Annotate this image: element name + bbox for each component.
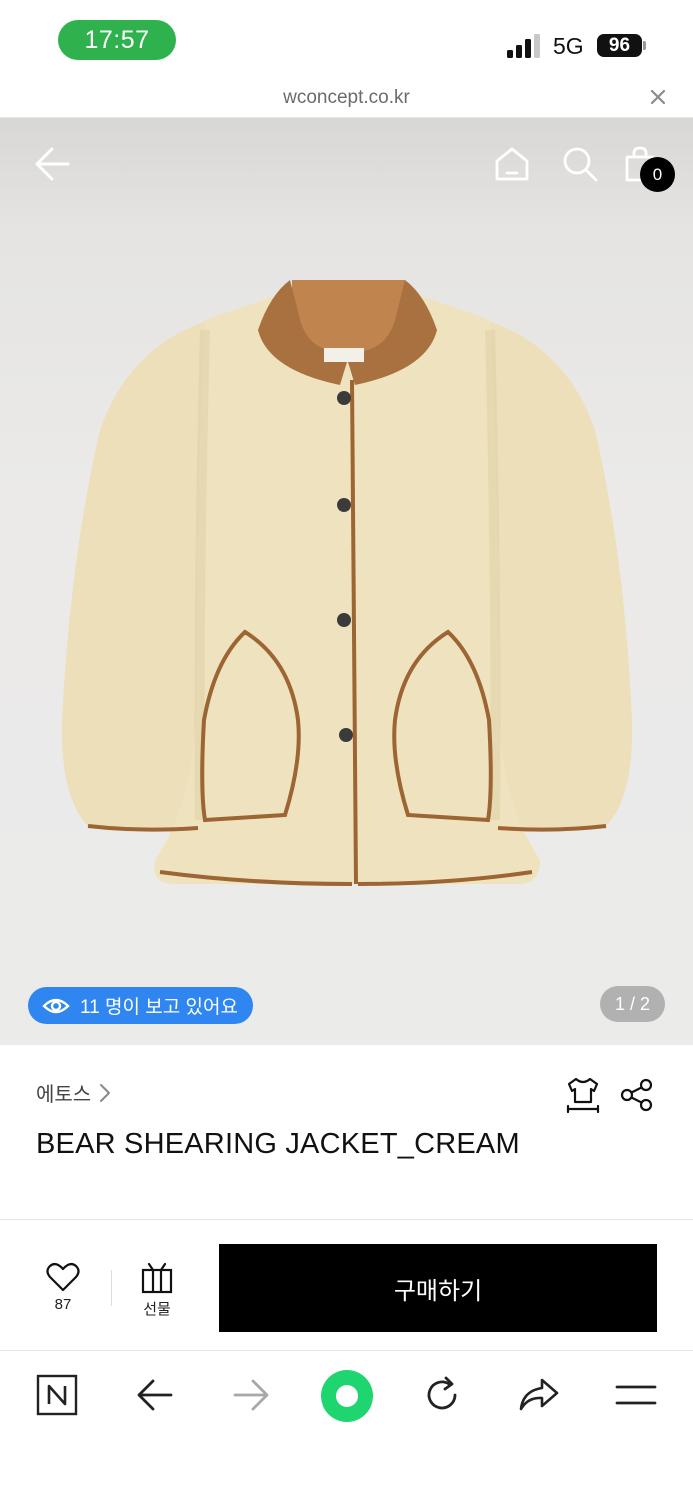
forward-icon[interactable] xyxy=(232,1378,270,1412)
action-divider xyxy=(111,1270,112,1306)
signal-icon xyxy=(507,34,540,58)
product-title: BEAR SHEARING JACKET_CREAM xyxy=(36,1128,520,1160)
size-guide-icon[interactable] xyxy=(565,1076,601,1114)
search-icon[interactable] xyxy=(561,145,599,183)
naver-green-dot-icon[interactable] xyxy=(320,1369,374,1423)
buy-button[interactable]: 구매하기 xyxy=(219,1244,657,1332)
status-bar: 17:57 5G 96 xyxy=(0,0,693,80)
gift-label: 선물 xyxy=(143,1301,171,1318)
forward-share-icon[interactable] xyxy=(518,1377,560,1413)
share-icon[interactable] xyxy=(620,1078,654,1112)
network-type: 5G xyxy=(553,33,584,59)
viewers-badge: 11 명이 보고 있어요 xyxy=(28,987,253,1024)
back-arrow-icon[interactable] xyxy=(34,146,72,182)
cart-count-badge[interactable]: 0 xyxy=(640,157,675,192)
url-bar[interactable]: wconcept.co.kr xyxy=(0,80,693,118)
brand-name[interactable]: 에토스 xyxy=(36,1078,91,1107)
menu-icon[interactable] xyxy=(615,1382,657,1408)
jacket-illustration xyxy=(61,280,633,886)
image-page-indicator: 1 / 2 xyxy=(600,986,665,1022)
close-icon[interactable] xyxy=(648,87,668,107)
brand-link[interactable]: 에토스 xyxy=(36,1078,111,1107)
viewers-text: 11 명이 보고 있어요 xyxy=(80,997,238,1018)
chevron-right-icon xyxy=(100,1083,111,1102)
reload-icon[interactable] xyxy=(422,1375,462,1415)
back-icon[interactable] xyxy=(136,1378,174,1412)
naver-icon[interactable] xyxy=(36,1374,78,1416)
battery-tip xyxy=(643,41,646,50)
heart-icon[interactable] xyxy=(46,1262,80,1292)
battery-indicator: 96 xyxy=(597,34,642,57)
home-icon[interactable] xyxy=(493,145,531,183)
status-time: 17:57 xyxy=(58,20,176,60)
gift-icon[interactable] xyxy=(140,1262,174,1294)
like-button[interactable]: 87 xyxy=(40,1262,86,1313)
url-text[interactable]: wconcept.co.kr xyxy=(0,87,693,109)
like-count: 87 xyxy=(54,1296,72,1313)
divider xyxy=(0,1350,693,1351)
gift-button[interactable]: 선물 xyxy=(133,1262,181,1319)
product-image[interactable] xyxy=(0,118,693,1045)
divider xyxy=(0,1219,693,1220)
eye-icon xyxy=(42,998,70,1013)
